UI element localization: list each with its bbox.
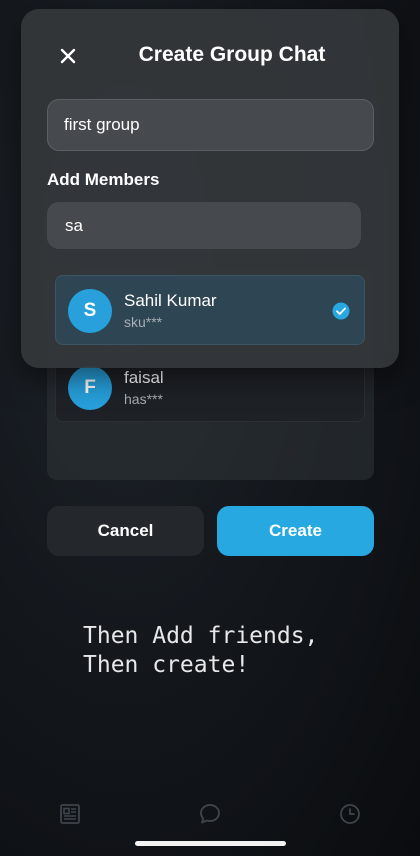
cancel-button[interactable]: Cancel [47, 506, 204, 556]
close-button[interactable] [54, 42, 82, 70]
member-name: Sahil Kumar [124, 291, 217, 310]
member-row-sahil-kumar[interactable]: S Sahil Kumar sku*** [55, 275, 365, 345]
close-icon [60, 48, 76, 64]
newspaper-icon[interactable] [58, 802, 82, 826]
check-circle-icon [332, 302, 350, 320]
home-indicator[interactable] [135, 841, 286, 846]
member-search-input[interactable] [47, 202, 361, 249]
modal-title: Create Group Chat [138, 43, 326, 66]
screen: F faisal has*** Create Group Chat Add Me… [0, 0, 420, 856]
create-button[interactable]: Create [217, 506, 374, 556]
member-name: faisal [124, 368, 164, 387]
onboarding-hint: Then Add friends, Then create! [83, 623, 319, 678]
chat-bubble-icon[interactable] [198, 802, 222, 826]
member-handle: sku*** [124, 314, 163, 330]
member-handle: has*** [124, 391, 163, 407]
group-name-input[interactable] [47, 99, 374, 151]
avatar: S [68, 289, 112, 333]
add-members-label: Add Members [47, 170, 160, 189]
avatar: F [68, 366, 112, 410]
clock-icon[interactable] [338, 802, 362, 826]
